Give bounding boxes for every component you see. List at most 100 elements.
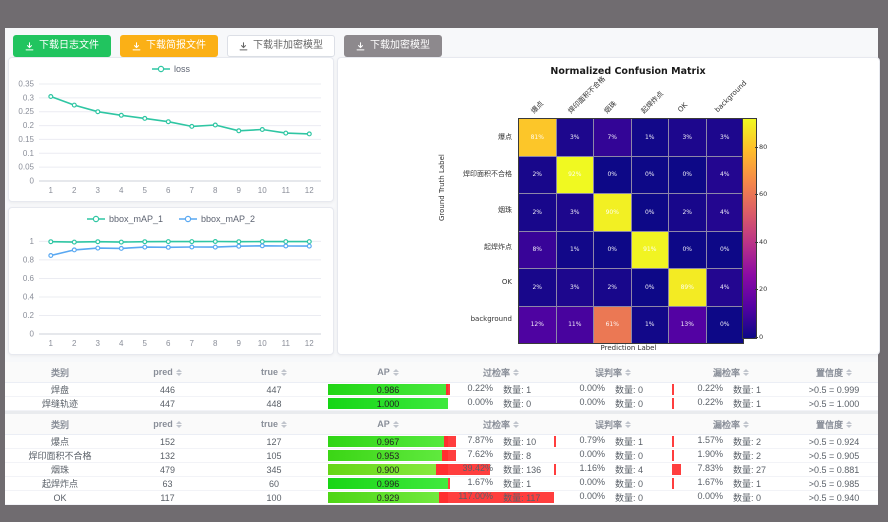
column-header-pred[interactable]: pred (115, 362, 220, 383)
svg-text:11: 11 (282, 186, 291, 195)
download-icon (132, 42, 141, 51)
sort-caret-icon[interactable] (743, 369, 749, 376)
column-header-置信度[interactable]: 置信度 (790, 414, 878, 435)
map-chart-card: bbox_mAP_1bbox_mAP_2 00.20.40.60.8112345… (8, 207, 334, 355)
column-header-漏检率[interactable]: 漏检率 (672, 362, 790, 383)
cm-col-label: 烟珠 (602, 99, 619, 116)
svg-text:10: 10 (258, 339, 267, 348)
ap-cell: 0.953 (328, 449, 448, 463)
pred-cell: 446 (115, 383, 220, 397)
column-header-label: 漏检率 (713, 418, 740, 431)
rate-count: 数量: 0 (503, 397, 554, 410)
cm-col-label: 焊印面积不合格 (566, 74, 608, 116)
sort-caret-icon[interactable] (513, 421, 519, 428)
cm-cell-4-2: 2% (594, 269, 631, 306)
column-header-漏检率[interactable]: 漏检率 (672, 414, 790, 435)
button-label: 下载非加密模型 (253, 41, 323, 51)
column-header-label: 类别 (51, 418, 69, 431)
miss-rate-cell: 1.67%数量: 1 (672, 477, 790, 491)
colorbar-tick-label: 40 (759, 239, 767, 246)
colorbar-tick-label: 60 (759, 191, 767, 198)
over-rate-cell: 39.42%数量: 136 (448, 463, 554, 477)
sort-caret-icon[interactable] (625, 369, 631, 376)
sort-caret-icon[interactable] (281, 369, 287, 376)
cm-cell-3-3: 91% (632, 232, 669, 269)
column-header-置信度[interactable]: 置信度 (790, 362, 878, 383)
sort-caret-icon[interactable] (393, 369, 399, 376)
cm-cell-2-3: 0% (632, 194, 669, 231)
sort-caret-icon[interactable] (281, 421, 287, 428)
rate-percent: 1.67% (677, 477, 723, 490)
ap-remainder-bar (439, 492, 448, 503)
download-log-button[interactable]: 下载日志文件 (13, 35, 111, 57)
rate-count: 数量: 2 (733, 435, 785, 448)
sort-caret-icon[interactable] (176, 369, 182, 376)
download-icon (25, 42, 34, 51)
download-icon (239, 42, 248, 51)
category-cell: 爆点 (5, 435, 115, 449)
colorbar-tick-label: 80 (759, 144, 767, 151)
cm-cell-5-4: 13% (669, 307, 706, 344)
over-rate-cell: 1.67%数量: 1 (448, 477, 554, 491)
download-plain-model-button[interactable]: 下载非加密模型 (227, 35, 335, 57)
column-header-误判率[interactable]: 误判率 (554, 414, 672, 435)
rate-count: 数量: 1 (615, 435, 667, 448)
series-marker-icon (87, 215, 105, 223)
column-header-label: 类别 (51, 366, 69, 379)
rate-percent: 117.00% (448, 491, 493, 504)
miss-rate-cell: 0.00%数量: 0 (672, 491, 790, 505)
svg-text:6: 6 (166, 186, 171, 195)
sort-caret-icon[interactable] (513, 369, 519, 376)
cm-cell-3-0: 8% (519, 232, 556, 269)
loss-chart-plot: 00.050.10.150.20.250.30.3512345678910111… (9, 58, 333, 201)
svg-text:8: 8 (213, 186, 218, 195)
svg-text:5: 5 (143, 186, 148, 195)
column-header-过检率[interactable]: 过检率 (448, 414, 554, 435)
pred-cell: 152 (115, 435, 220, 449)
dashboard-content: 下载日志文件下载简报文件下载非加密模型下载加密模型 loss 00.050.10… (5, 28, 878, 500)
column-header-true[interactable]: true (220, 414, 328, 435)
rate-percent: 0.00% (559, 491, 605, 504)
true-cell: 105 (220, 449, 328, 463)
cm-cell-0-0: 81% (519, 119, 556, 156)
sort-caret-icon[interactable] (176, 421, 182, 428)
sort-caret-icon[interactable] (625, 421, 631, 428)
column-header-误判率[interactable]: 误判率 (554, 362, 672, 383)
svg-text:3: 3 (96, 339, 101, 348)
sort-caret-icon[interactable] (743, 421, 749, 428)
download-encrypted-model-button[interactable]: 下载加密模型 (344, 35, 442, 57)
svg-text:0.3: 0.3 (23, 93, 35, 102)
cm-cell-4-5: 4% (707, 269, 744, 306)
legend-label: loss (174, 64, 190, 74)
column-header-过检率[interactable]: 过检率 (448, 362, 554, 383)
svg-text:0.4: 0.4 (23, 292, 35, 301)
column-header-label: AP (377, 419, 390, 429)
cm-cell-1-0: 2% (519, 157, 556, 194)
column-header-AP[interactable]: AP (328, 414, 448, 435)
sort-caret-icon[interactable] (846, 369, 852, 376)
metrics-tables: 类别predtrueAP过检率误判率漏检率置信度焊盘4464470.9860.2… (5, 362, 878, 505)
ap-cell: 0.967 (328, 435, 448, 449)
true-cell: 448 (220, 397, 328, 411)
svg-text:0.6: 0.6 (23, 274, 35, 283)
column-header-pred[interactable]: pred (115, 414, 220, 435)
download-report-button[interactable]: 下载简报文件 (120, 35, 218, 57)
rate-percent: 0.00% (559, 477, 605, 490)
map-chart-legend: bbox_mAP_1 bbox_mAP_2 (9, 214, 333, 224)
cm-cell-1-4: 0% (669, 157, 706, 194)
rate-count: 数量: 10 (503, 435, 554, 448)
cm-row-label: 爆点 (394, 132, 512, 142)
sort-caret-icon[interactable] (846, 421, 852, 428)
rate-percent: 0.79% (559, 435, 605, 448)
miss-rate-cell: 0.22%数量: 1 (672, 383, 790, 397)
legend-item-bbox_mAP_2[interactable]: bbox_mAP_2 (179, 214, 255, 224)
true-cell: 447 (220, 383, 328, 397)
column-header-true[interactable]: true (220, 362, 328, 383)
column-header-AP[interactable]: AP (328, 362, 448, 383)
rate-percent: 0.00% (677, 491, 723, 504)
sort-caret-icon[interactable] (393, 421, 399, 428)
table-row: 起焊炸点63600.9961.67%数量: 10.00%数量: 01.67%数量… (5, 477, 878, 491)
svg-text:9: 9 (237, 186, 242, 195)
legend-item-bbox_mAP_1[interactable]: bbox_mAP_1 (87, 214, 163, 224)
legend-item-loss[interactable]: loss (152, 64, 190, 74)
